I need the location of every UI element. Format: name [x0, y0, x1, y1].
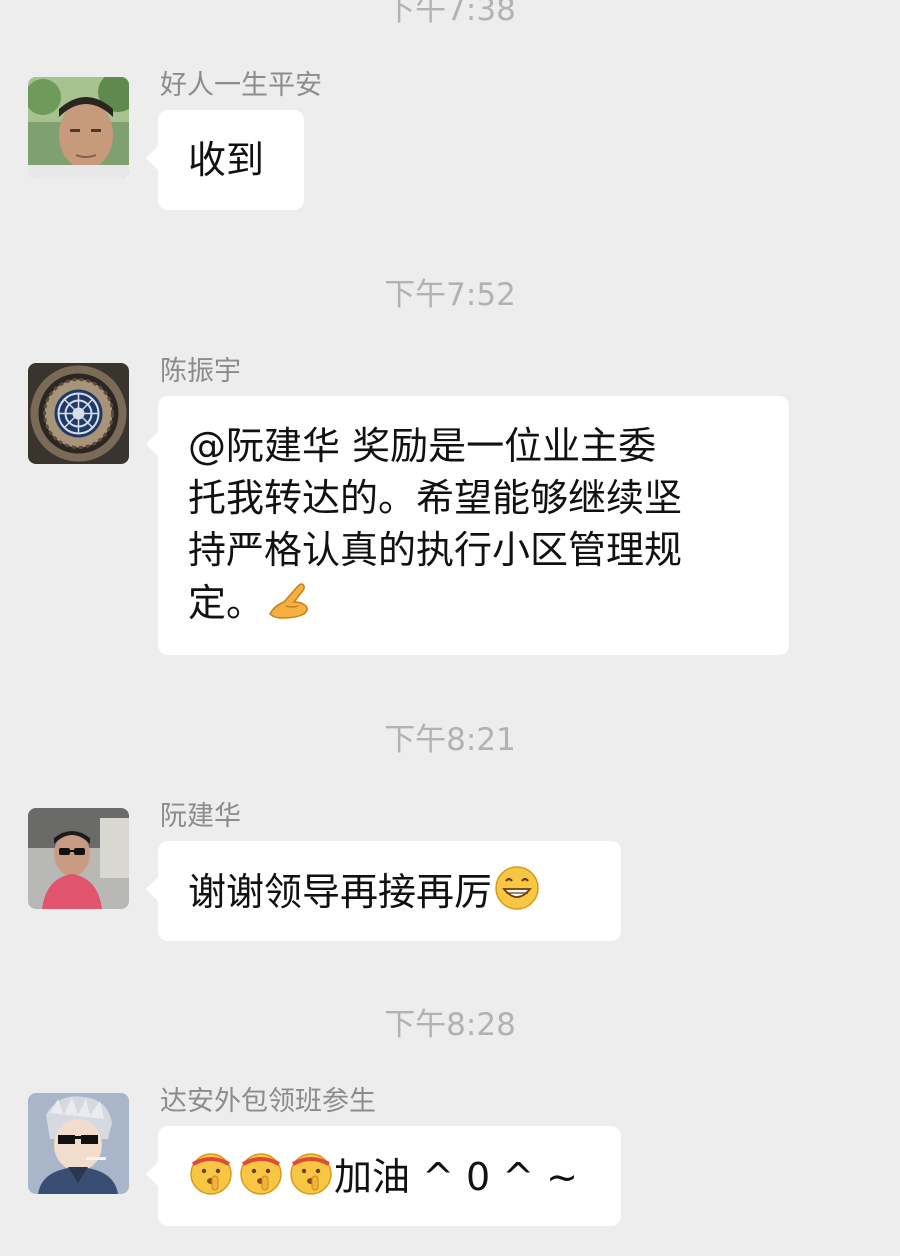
chat-view: 下午7:38 好人一生平安 收到 下午7:52 陈振宇 @阮建华 奖励是一位业主…	[0, 0, 900, 1256]
shush-face-emoji	[238, 1150, 284, 1196]
mandala-pattern-avatar[interactable]	[28, 363, 129, 464]
message-bubble[interactable]: 加油 ^ 0 ^ ~	[146, 1126, 621, 1226]
message-bubble[interactable]: 收到	[146, 110, 304, 210]
shush-face-emoji	[188, 1150, 234, 1196]
sender-name: 陈振宇	[160, 356, 241, 387]
message-text: 定。	[188, 581, 265, 625]
timestamp: 下午8:28	[384, 1007, 516, 1043]
sender-name: 达安外包领班参生	[160, 1086, 376, 1117]
timestamp: 下午7:38	[384, 0, 516, 28]
timestamp: 下午8:21	[384, 722, 516, 758]
grinning-face-emoji	[494, 865, 540, 911]
message-text: 加油 ^ 0 ^ ~	[334, 1155, 579, 1199]
message-text-line: @阮建华 奖励是一位业主委	[188, 424, 657, 468]
timestamp: 下午7:52	[384, 277, 516, 313]
message-bubble[interactable]: @阮建华 奖励是一位业主委 托我转达的。希望能够继续坚 持严格认真的执行小区管理…	[146, 396, 789, 655]
message-text: 谢谢领导再接再厉	[188, 870, 493, 914]
shush-face-emoji	[288, 1150, 334, 1196]
message-text: 收到	[188, 138, 265, 182]
sender-name: 好人一生平安	[160, 70, 322, 101]
man-portrait-avatar[interactable]	[28, 77, 129, 178]
message-text-line: 持严格认真的执行小区管理规	[188, 528, 683, 572]
message-text-line: 加油 ^ 0 ^ ~	[188, 1150, 591, 1203]
message-text-line: 谢谢领导再接再厉	[188, 865, 591, 918]
message-text-line: 托我转达的。希望能够继续坚	[188, 476, 683, 520]
message-text-line: 定。	[188, 576, 759, 629]
anime-character-sunglasses-avatar[interactable]	[28, 1093, 129, 1194]
ok-hand-emoji	[266, 576, 312, 622]
sender-name: 阮建华	[160, 801, 241, 832]
message-bubble[interactable]: 谢谢领导再接再厉	[146, 841, 621, 941]
man-in-car-sunglasses-avatar[interactable]	[28, 808, 129, 909]
